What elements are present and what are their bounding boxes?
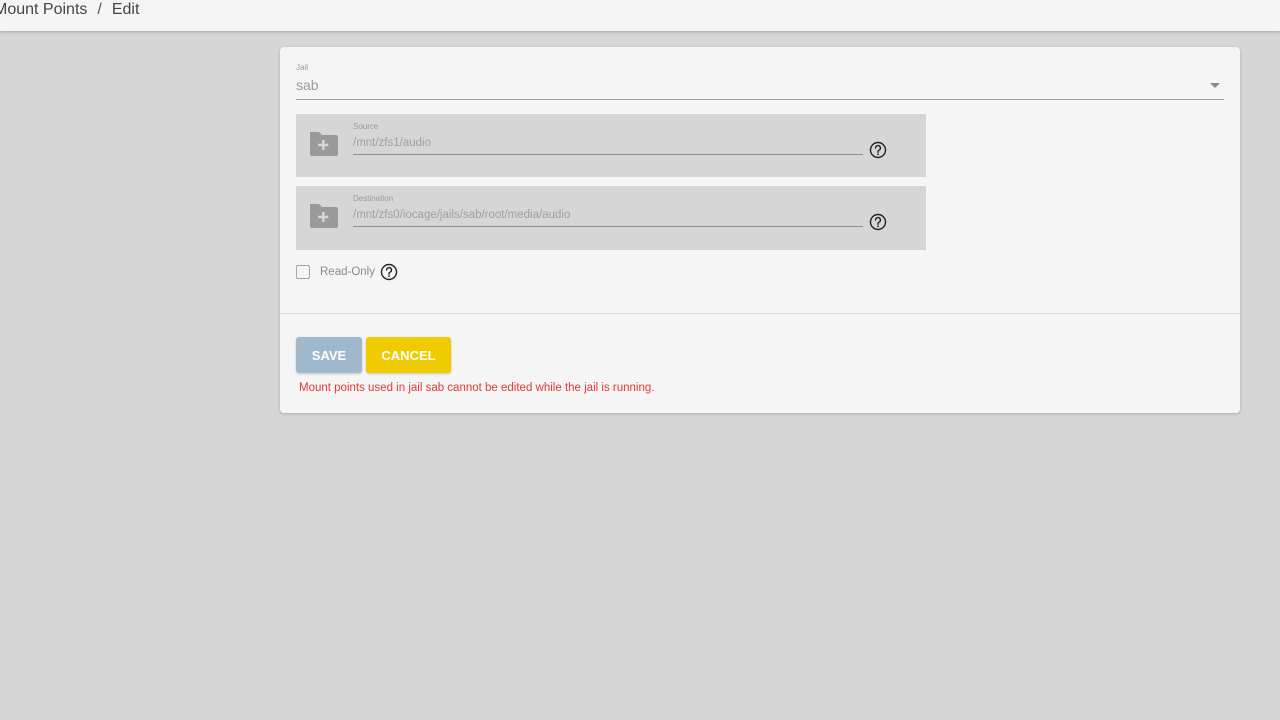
breadcrumb-separator: /	[97, 1, 102, 18]
error-message: Mount points used in jail sab cannot be …	[299, 382, 655, 394]
jail-value: sab	[296, 77, 319, 93]
destination-label: Destination	[353, 194, 394, 203]
source-label: Source	[353, 122, 379, 131]
source-input[interactable]: /mnt/zfs1/audio	[353, 136, 863, 155]
folder-plus-icon[interactable]	[308, 130, 338, 156]
help-icon[interactable]	[869, 141, 887, 159]
read-only-row: Read-Only	[296, 263, 398, 281]
top-bar: Mount Points / Edit	[0, 0, 1280, 31]
read-only-checkbox[interactable]	[296, 265, 310, 279]
jail-label: Jail	[296, 63, 309, 72]
read-only-label[interactable]: Read-Only	[320, 266, 375, 278]
breadcrumb-item-edit: Edit	[111, 1, 140, 18]
divider	[280, 313, 1240, 314]
help-icon[interactable]	[380, 263, 398, 281]
help-icon[interactable]	[869, 213, 887, 231]
save-button[interactable]: SAVE	[296, 337, 362, 373]
source-explorer: Source /mnt/zfs1/audio	[296, 114, 926, 177]
destination-input[interactable]: /mnt/zfs0/iocage/jails/sab/root/media/au…	[353, 208, 863, 227]
mount-point-form-card: Jail sab Source /mnt/zfs1/audio Destinat…	[280, 47, 1240, 413]
chevron-down-icon[interactable]	[1210, 83, 1220, 88]
breadcrumb-item-mount-points[interactable]: Mount Points	[0, 1, 87, 19]
jail-select[interactable]: Jail sab	[296, 61, 1224, 100]
destination-explorer: Destination /mnt/zfs0/iocage/jails/sab/r…	[296, 186, 926, 250]
folder-plus-icon[interactable]	[308, 202, 338, 228]
breadcrumb: Mount Points / Edit	[0, 1, 139, 19]
cancel-button[interactable]: CANCEL	[366, 337, 451, 373]
